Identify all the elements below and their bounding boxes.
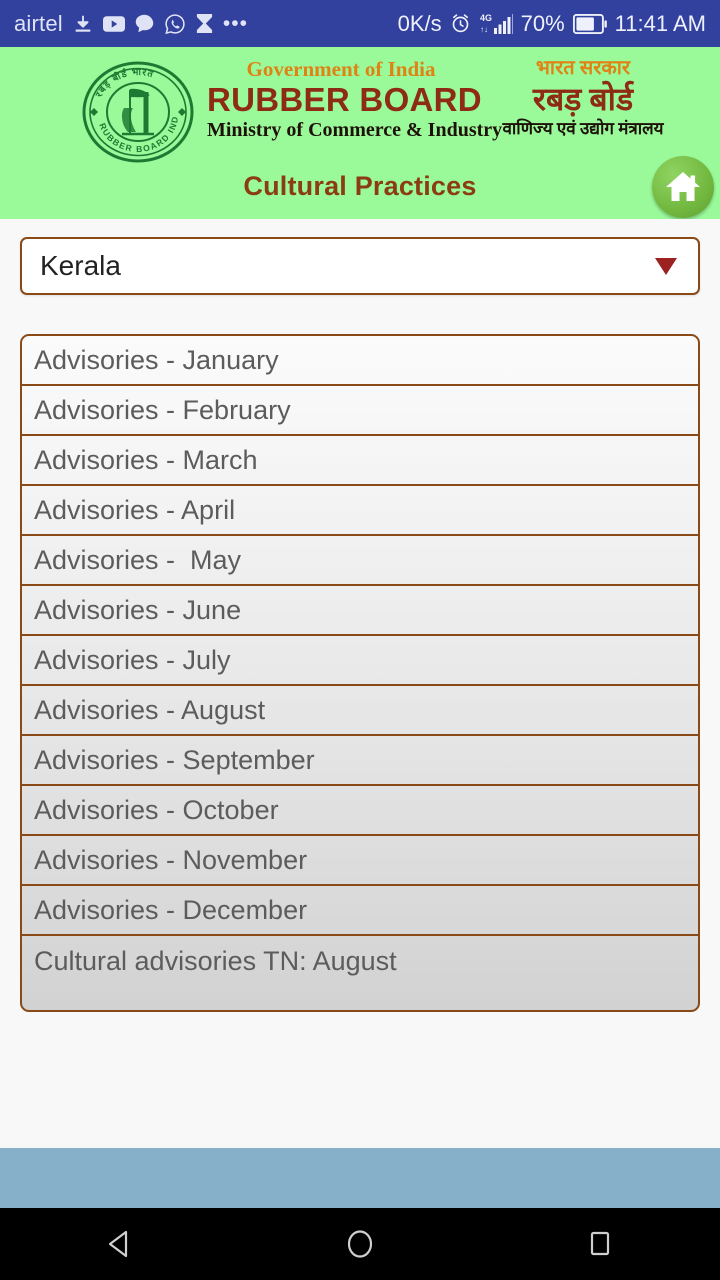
battery-percent-label: 70% xyxy=(520,10,565,36)
list-item[interactable]: Advisories - October xyxy=(22,786,698,836)
state-dropdown-value: Kerala xyxy=(40,250,121,281)
signal-bars-icon: 4G ↑↓ xyxy=(479,12,513,36)
brand-hi-line1: भारत सरकार xyxy=(535,57,631,79)
brand-en-line3: Ministry of Commerce & Industry xyxy=(207,119,503,141)
brand-hindi-block: भारत सरकार रबड़ बोर्ड वाणिज्य एवं उद्योग… xyxy=(487,57,679,140)
list-item[interactable]: Advisories - August xyxy=(22,686,698,736)
home-button[interactable] xyxy=(652,156,714,218)
overflow-dots-icon: ••• xyxy=(222,11,248,35)
list-item-label: Advisories - January xyxy=(34,344,279,375)
status-bar: airtel ••• 0K/s 4G ↑↓ 70% 11:41 AM xyxy=(0,0,720,47)
brand-hi-line2: रबड़ बोर्ड xyxy=(532,81,634,117)
list-item-label: Advisories - November xyxy=(34,844,308,875)
back-triangle-icon xyxy=(103,1227,137,1261)
home-circle-icon xyxy=(343,1227,377,1261)
alarm-clock-icon xyxy=(450,13,471,34)
list-item-label: Advisories - March xyxy=(34,444,258,475)
brand-en-line2: RUBBER BOARD xyxy=(207,81,482,118)
carrier-label: airtel xyxy=(14,10,63,36)
list-item[interactable]: Advisories - December xyxy=(22,886,698,936)
hourglass-icon xyxy=(195,13,214,34)
advisory-list[interactable]: Advisories - January Advisories - Februa… xyxy=(20,334,700,1012)
chevron-down-icon xyxy=(652,253,680,279)
recents-square-icon xyxy=(583,1227,617,1261)
svg-text:↑↓: ↑↓ xyxy=(480,25,488,34)
bottom-blue-band xyxy=(0,1148,720,1208)
battery-icon xyxy=(572,13,607,34)
app-header: रबड़ बोर्ड भारत RUBBER BOARD INDIA Gover… xyxy=(0,47,720,219)
nav-recents-button[interactable] xyxy=(540,1208,660,1280)
list-item[interactable]: Advisories - January xyxy=(22,336,698,386)
brand-hi-line3: वाणिज्य एवं उद्योग मंत्रालय xyxy=(502,119,664,138)
list-item[interactable]: Advisories - November xyxy=(22,836,698,886)
list-item[interactable]: Advisories - March xyxy=(22,436,698,486)
brand-english-block: Government of India RUBBER BOARD Ministr… xyxy=(207,57,503,142)
android-nav-bar xyxy=(0,1208,720,1280)
status-bar-right: 0K/s 4G ↑↓ 70% 11:41 AM xyxy=(398,11,706,37)
list-item-label: Advisories - May xyxy=(34,544,242,575)
svg-text:4G: 4G xyxy=(480,13,492,23)
nav-back-button[interactable] xyxy=(60,1208,180,1280)
nav-home-button[interactable] xyxy=(300,1208,420,1280)
chat-bubble-icon xyxy=(134,13,155,34)
list-item[interactable]: Advisories - June xyxy=(22,586,698,636)
list-item-label: Cultural advisories TN: August xyxy=(34,945,397,976)
list-item[interactable]: Advisories - May xyxy=(22,536,698,586)
list-item[interactable]: Advisories - July xyxy=(22,636,698,686)
list-item-label: Advisories - August xyxy=(34,694,266,725)
brand-en-line1: Government of India xyxy=(246,57,436,81)
list-item-label: Advisories - April xyxy=(34,494,236,525)
list-item[interactable]: Advisories - September xyxy=(22,736,698,786)
list-item[interactable]: Cultural advisories TN: August xyxy=(22,936,698,986)
youtube-icon xyxy=(102,15,125,32)
list-item-label: Advisories - February xyxy=(34,394,291,425)
list-item-label: Advisories - December xyxy=(34,894,308,925)
rubber-board-emblem: रबड़ बोर्ड भारत RUBBER BOARD INDIA xyxy=(78,60,198,164)
list-item-label: Advisories - October xyxy=(34,794,279,825)
brand-row: रबड़ बोर्ड भारत RUBBER BOARD INDIA Gover… xyxy=(0,53,720,165)
network-speed-label: 0K/s xyxy=(397,10,442,36)
list-item-label: Advisories - June xyxy=(34,594,242,625)
clock-label: 11:41 AM xyxy=(614,10,706,36)
status-bar-left: airtel ••• xyxy=(14,11,248,37)
download-icon xyxy=(72,13,94,35)
list-item-label: Advisories - September xyxy=(34,744,315,775)
page-title: Cultural Practices xyxy=(243,171,477,201)
list-item[interactable]: Advisories - April xyxy=(22,486,698,536)
home-icon xyxy=(664,170,702,204)
app-screen: airtel ••• 0K/s 4G ↑↓ 70% 11:41 AM रबड़ … xyxy=(0,0,720,1280)
state-dropdown[interactable]: Kerala xyxy=(20,237,700,295)
whatsapp-icon xyxy=(164,13,186,35)
list-item[interactable]: Advisories - February xyxy=(22,386,698,436)
list-item-label: Advisories - July xyxy=(34,644,231,675)
